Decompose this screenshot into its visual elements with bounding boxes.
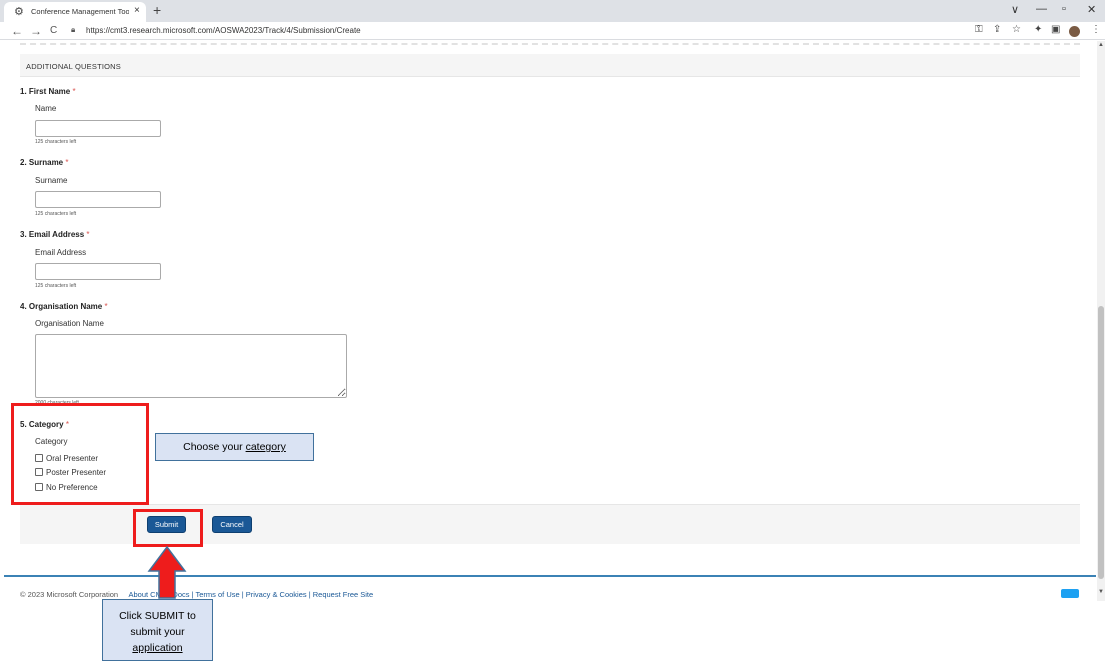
- question-label: Organisation Name: [35, 319, 104, 328]
- question-email-title: 3. Email Address *: [20, 230, 90, 239]
- scrollbar-thumb[interactable]: [1098, 306, 1104, 579]
- browser-tab[interactable]: ⚙ Conference Management Toolkit ×: [4, 2, 146, 22]
- question-label: Email Address: [35, 248, 87, 257]
- forward-button[interactable]: →: [30, 24, 42, 38]
- scroll-up-icon[interactable]: ▲: [1098, 42, 1104, 48]
- characters-left-hint: 125 characters left: [35, 283, 77, 289]
- star-icon[interactable]: ☆: [1012, 24, 1021, 35]
- surname-input[interactable]: [35, 191, 161, 208]
- callout-link-text: application: [132, 642, 183, 654]
- question-label: Surname: [35, 176, 68, 185]
- cancel-button[interactable]: Cancel: [212, 516, 252, 533]
- characters-left-hint: 125 characters left: [35, 139, 77, 145]
- callout-text: submit your: [130, 626, 185, 638]
- required-marker: *: [104, 302, 108, 311]
- submit-callout: Click SUBMIT to submit your application: [102, 599, 213, 661]
- required-marker: *: [72, 87, 76, 96]
- category-highlight-box: [11, 403, 149, 505]
- question-label: Name: [35, 104, 57, 113]
- category-callout: Choose your category: [155, 433, 314, 461]
- new-tab-button[interactable]: +: [153, 2, 161, 18]
- callout-text: Choose your: [183, 441, 246, 453]
- extensions-icon[interactable]: ✦: [1034, 24, 1042, 35]
- browser-tabstrip: ⚙ Conference Management Toolkit × + ∨ — …: [0, 0, 1105, 22]
- tab-title: Conference Management Toolkit: [31, 7, 129, 16]
- question-organisation-title: 4. Organisation Name *: [20, 302, 108, 311]
- scroll-down-icon[interactable]: ▼: [1098, 589, 1104, 595]
- side-panel-icon[interactable]: ▣: [1051, 24, 1060, 35]
- footer: © 2023 Microsoft Corporation About CMT |…: [20, 590, 373, 599]
- submit-highlight-box: [133, 509, 203, 547]
- footer-copyright: © 2023 Microsoft Corporation: [20, 590, 119, 599]
- question-surname-title: 2. Surname *: [20, 158, 69, 167]
- twitter-icon[interactable]: [1061, 589, 1079, 598]
- tab-search-icon[interactable]: ∨: [1011, 3, 1019, 16]
- site-favicon-icon: ⚙: [14, 6, 24, 18]
- characters-left-hint: 125 characters left: [35, 211, 77, 217]
- organisation-name-textarea[interactable]: [35, 334, 347, 398]
- required-marker: *: [86, 230, 90, 239]
- callout-link-text: category: [245, 441, 286, 453]
- section-title: ADDITIONAL QUESTIONS: [26, 62, 121, 71]
- section-header: ADDITIONAL QUESTIONS: [20, 54, 1080, 77]
- url-field[interactable]: https://cmt3.research.microsoft.com/AOSW…: [86, 26, 361, 35]
- email-address-input[interactable]: [35, 263, 161, 280]
- lock-icon: 🔒︎: [71, 25, 76, 34]
- restore-button[interactable]: ▫: [1062, 3, 1066, 15]
- question-title-text: 2. Surname: [20, 158, 64, 167]
- first-name-input[interactable]: [35, 120, 161, 137]
- reload-button[interactable]: C: [50, 25, 57, 36]
- tab-close-icon[interactable]: ×: [134, 5, 140, 16]
- key-icon[interactable]: ⚿: [975, 24, 983, 35]
- question-title-text: 1. First Name: [20, 87, 71, 96]
- profile-avatar[interactable]: [1069, 26, 1080, 37]
- callout-text: Click SUBMIT to: [119, 610, 196, 622]
- question-title-text: 3. Email Address: [20, 230, 85, 239]
- share-icon[interactable]: ⇪: [993, 24, 1001, 35]
- question-title-text: 4. Organisation Name: [20, 302, 103, 311]
- up-arrow-icon: [147, 545, 187, 599]
- back-button[interactable]: ←: [11, 24, 23, 38]
- minimize-button[interactable]: —: [1036, 3, 1047, 15]
- menu-icon[interactable]: ⋮: [1091, 24, 1101, 35]
- required-marker: *: [65, 158, 69, 167]
- section-divider: [20, 43, 1080, 45]
- question-first-name-title: 1. First Name *: [20, 87, 76, 96]
- address-bar: ← → C 🔒︎ https://cmt3.research.microsoft…: [0, 22, 1105, 40]
- close-window-button[interactable]: ✕: [1087, 3, 1096, 16]
